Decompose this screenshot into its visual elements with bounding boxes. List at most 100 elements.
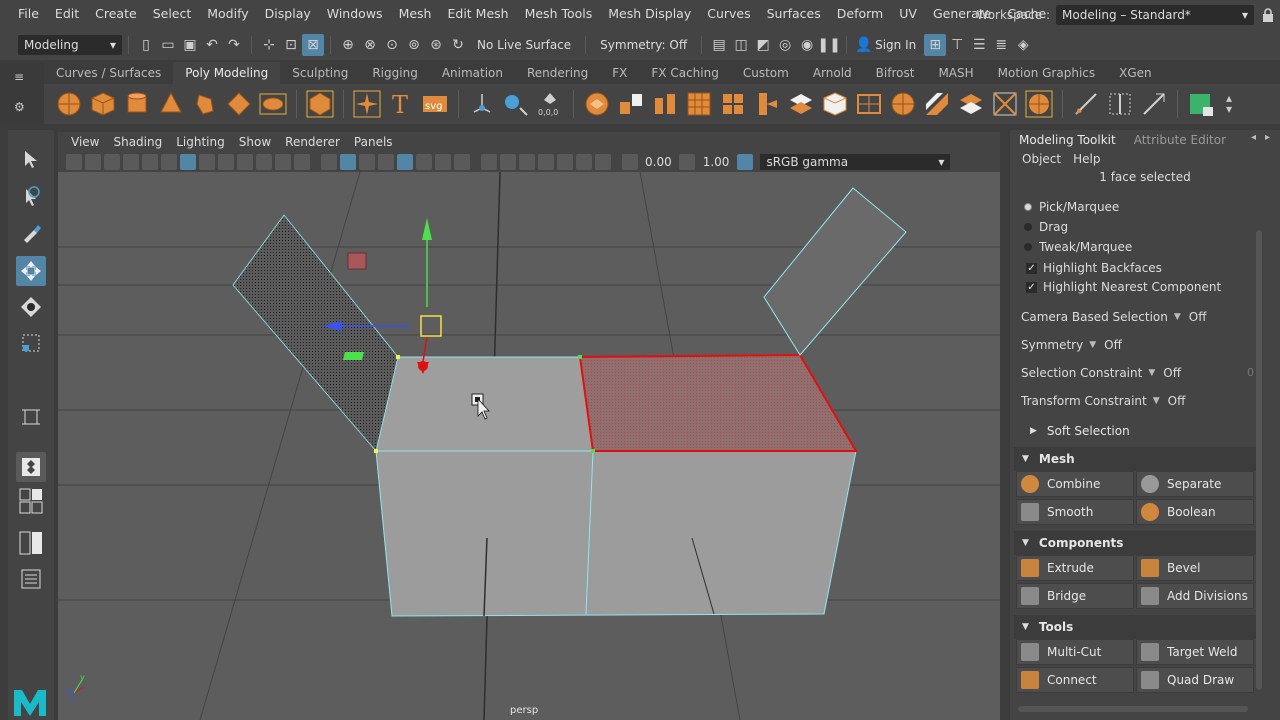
select-tool-icon[interactable] [16,144,46,174]
append-polygon-icon[interactable] [855,90,883,118]
smooth-shade-icon[interactable] [339,154,356,170]
bevel-icon[interactable] [719,90,747,118]
radio-pick-marquee[interactable]: Pick/Marquee [1024,200,1119,214]
paint-select-tool-icon[interactable] [16,218,46,248]
viewport-menu-view[interactable]: View [64,135,106,149]
bridge-button[interactable]: Bridge [1016,583,1134,609]
separate-icon[interactable] [617,90,645,118]
add-divisions-button[interactable]: Add Divisions [1136,583,1254,609]
channel-box-icon[interactable]: ≣ [990,34,1012,56]
tools-section-header[interactable]: ▼ Tools [1014,615,1256,639]
viewport-menu-renderer[interactable]: Renderer [278,135,347,149]
safe-title-icon[interactable] [293,154,310,170]
shelf-scroll-arrows-icon[interactable]: ▴ ▾ [1226,92,1232,115]
smooth-icon[interactable] [685,90,713,118]
panel-scroll-right-icon[interactable]: ▸ [1265,132,1270,143]
isolate-select-icon[interactable] [537,154,554,170]
persp-outliner-layout-icon[interactable] [16,528,46,558]
menu-select[interactable]: Select [145,0,200,30]
select-object-icon[interactable]: ⊡ [280,34,302,56]
uv-project-icon[interactable] [502,90,530,118]
shelf-tab-bifrost[interactable]: Bifrost [864,62,927,84]
menu-edit-mesh[interactable]: Edit Mesh [439,0,516,30]
image-plane-icon[interactable] [122,154,139,170]
checkbox-highlight-nearest[interactable]: ✓ Highlight Nearest Component [1026,280,1221,294]
selection-constraint-option[interactable]: Selection Constraint ▼ Off [1021,366,1181,380]
menu-file[interactable]: File [0,0,47,30]
snap-live-icon[interactable]: ↻ [447,34,469,56]
fill-hole-icon[interactable] [787,90,815,118]
multi-cut-button[interactable]: Multi-Cut [1016,639,1134,665]
outliner-icon[interactable] [16,564,46,594]
poly-cylinder-icon[interactable] [123,90,151,118]
shelf-tab-motion-graphics[interactable]: Motion Graphics [986,62,1108,84]
menu-deform[interactable]: Deform [829,0,891,30]
select-hierarchy-icon[interactable]: ⊹ [258,34,280,56]
snap-curve-icon[interactable]: ⊗ [359,34,381,56]
menuset-dropdown[interactable]: Modeling ▾ [18,35,122,55]
sign-in-button[interactable]: Sign In [875,38,916,52]
quad-draw-button[interactable]: Quad Draw [1136,667,1254,693]
menu-windows[interactable]: Windows [319,0,391,30]
menu-mesh-tools[interactable]: Mesh Tools [517,0,601,30]
horizontal-scrollbar[interactable] [1018,706,1248,712]
combine-button[interactable]: Combine [1016,471,1134,497]
wedge-icon[interactable] [889,90,917,118]
right-flap-face[interactable] [763,187,907,356]
menu-surfaces[interactable]: Surfaces [759,0,829,30]
ipr-render-icon[interactable]: ◩ [752,34,774,56]
scene-canvas[interactable]: y z [58,172,1000,720]
shelf-tab-fx-caching[interactable]: FX Caching [639,62,730,84]
separate-button[interactable]: Separate [1136,471,1254,497]
panel-scroll-left-icon[interactable]: ◂ [1251,132,1256,143]
shadows-icon[interactable] [434,154,451,170]
quad-draw-icon[interactable] [1140,90,1168,118]
shelf-tab-rigging[interactable]: Rigging [360,62,429,84]
viewport-menu-lighting[interactable]: Lighting [169,135,232,149]
circularize-icon[interactable] [1025,90,1053,118]
hypershade-icon[interactable]: ◉ [796,34,818,56]
menu-help[interactable]: Help [1067,152,1106,166]
radio-tweak-marquee[interactable]: Tweak/Marquee [1024,240,1132,254]
field-chart-icon[interactable] [255,154,272,170]
target-weld-button[interactable]: Target Weld [1136,639,1254,665]
soft-selection-section[interactable]: ▶ Soft Selection [1014,419,1256,443]
render-view-icon[interactable]: ▤ [708,34,730,56]
viewport-menu-shading[interactable]: Shading [106,135,169,149]
gamma-icon[interactable] [679,154,696,170]
redo-icon[interactable]: ↷ [223,34,245,56]
modeling-toolkit-icon[interactable]: ⊞ [924,34,947,56]
gate-mask-icon[interactable] [236,154,253,170]
poke-icon[interactable] [923,90,951,118]
camera-attributes-icon[interactable] [84,154,101,170]
poly-sphere-icon[interactable] [55,90,83,118]
scale-tool-icon[interactable] [16,328,46,358]
tab-modeling-toolkit[interactable]: Modeling Toolkit [1010,130,1125,150]
lock-icon[interactable] [1256,0,1280,30]
render-settings-icon[interactable]: ◎ [774,34,796,56]
poly-cube-icon[interactable] [89,90,117,118]
shelf-tab-arnold[interactable]: Arnold [801,62,864,84]
move-tool-icon[interactable] [16,256,46,286]
undo-icon[interactable]: ↶ [201,34,223,56]
menu-mesh[interactable]: Mesh [391,0,440,30]
camera-based-selection-option[interactable]: Camera Based Selection ▼ Off [1021,310,1207,324]
uv-layout-icon[interactable] [1187,90,1215,118]
snap-point-icon[interactable]: ⊙ [381,34,403,56]
symmetry-label[interactable]: Symmetry: Off [600,38,687,52]
transform-constraint-option[interactable]: Transform Constraint ▼ Off [1021,394,1185,408]
attribute-editor-icon[interactable]: ⊤ [946,34,968,56]
xray-components-icon[interactable] [594,154,611,170]
two-d-pan-icon[interactable] [141,154,158,170]
combine-icon[interactable] [583,90,611,118]
render-current-icon[interactable]: ◫ [730,34,752,56]
sphere-uv-icon[interactable] [468,90,496,118]
boolean-button[interactable]: Boolean [1136,499,1254,525]
film-gate-icon[interactable] [198,154,215,170]
screen-space-ao-icon[interactable] [453,154,470,170]
menu-display[interactable]: Display [257,0,319,30]
platonic-solid-icon[interactable] [306,90,334,118]
grease-pencil-icon[interactable] [160,154,177,170]
depth-of-field-icon[interactable] [518,154,535,170]
color-management-icon[interactable] [736,154,753,170]
